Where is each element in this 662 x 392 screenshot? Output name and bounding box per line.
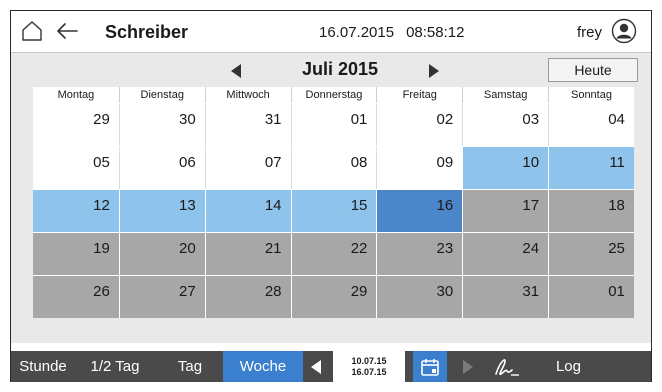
day-cell-selected[interactable]: 16 bbox=[376, 190, 463, 232]
day-cell[interactable]: 05 bbox=[33, 147, 119, 189]
month-navigation: Juli 2015 Heute bbox=[11, 53, 651, 87]
next-month-button[interactable] bbox=[427, 63, 441, 79]
day-cell-range[interactable]: 11 bbox=[548, 147, 634, 189]
day-cell-future: 23 bbox=[376, 233, 463, 275]
tab-stunde[interactable]: Stunde bbox=[11, 351, 75, 382]
day-cell-future: 17 bbox=[462, 190, 549, 232]
day-cell-future: 30 bbox=[376, 276, 463, 318]
day-cell-future: 29 bbox=[290, 276, 377, 318]
calendar-panel: Juli 2015 Heute Montag Dienstag Mittwoch… bbox=[11, 53, 651, 343]
week-row: 29 30 31 01 02 03 04 bbox=[33, 103, 634, 146]
calendar-grid: Montag Dienstag Mittwoch Donnerstag Frei… bbox=[33, 87, 634, 318]
day-cell[interactable]: 06 bbox=[118, 147, 205, 189]
weekday-label: Donnerstag bbox=[290, 87, 377, 103]
home-icon[interactable] bbox=[21, 20, 43, 42]
range-start: 10.07.15 bbox=[351, 356, 387, 366]
date-range-display: 10.07.15 16.07.15 bbox=[333, 351, 405, 382]
week-row: 05 06 07 08 09 10 11 bbox=[33, 146, 634, 189]
month-label: Juli 2015 bbox=[301, 59, 379, 79]
previous-range-button[interactable] bbox=[303, 351, 329, 382]
day-cell[interactable]: 03 bbox=[462, 104, 549, 146]
current-date: 16.07.2015 bbox=[319, 24, 395, 41]
day-cell[interactable]: 29 bbox=[33, 104, 119, 146]
day-cell-range[interactable]: 14 bbox=[204, 190, 291, 232]
day-cell-future: 27 bbox=[118, 276, 205, 318]
weekday-label: Montag bbox=[57, 89, 95, 101]
weekday-label: Sonntag bbox=[548, 87, 634, 103]
app-title: Schreiber bbox=[105, 22, 189, 42]
signature-button[interactable] bbox=[487, 351, 527, 382]
calendar-icon bbox=[421, 358, 439, 376]
previous-month-button[interactable] bbox=[229, 63, 243, 79]
week-row: 12 13 14 15 16 17 18 bbox=[33, 189, 634, 232]
tab-woche[interactable]: Woche bbox=[223, 351, 303, 382]
day-cell-future: 01 bbox=[548, 276, 634, 318]
day-cell-future: 21 bbox=[204, 233, 291, 275]
week-row: 19 20 21 22 23 24 25 bbox=[33, 232, 634, 275]
current-time: 08:58:12 bbox=[406, 24, 465, 41]
day-cell-future: 18 bbox=[548, 190, 634, 232]
day-cell[interactable]: 08 bbox=[290, 147, 377, 189]
range-end: 16.07.15 bbox=[351, 367, 387, 377]
tab-half-day[interactable]: 1/2 Tag bbox=[75, 351, 155, 382]
day-cell-future: 28 bbox=[204, 276, 291, 318]
day-cell[interactable]: 01 bbox=[290, 104, 377, 146]
day-cell-future: 25 bbox=[548, 233, 634, 275]
triangle-right-icon bbox=[463, 359, 473, 374]
weekday-label: Freitag bbox=[376, 87, 462, 103]
weekday-label: Dienstag bbox=[118, 87, 205, 103]
signature-icon bbox=[495, 358, 519, 376]
weekday-label: Samstag bbox=[462, 87, 548, 103]
day-cell-future: 19 bbox=[33, 233, 119, 275]
tab-tag[interactable]: Tag bbox=[155, 351, 213, 382]
date-time: 16.07.2015 08:58:12 bbox=[319, 24, 464, 41]
user-name: frey bbox=[577, 24, 603, 41]
app-window: Schreiber 16.07.2015 08:58:12 frey Juli 2… bbox=[10, 10, 652, 382]
day-cell[interactable]: 09 bbox=[376, 147, 463, 189]
day-cell-range[interactable]: 10 bbox=[462, 147, 549, 189]
user-icon[interactable] bbox=[611, 18, 637, 44]
log-button[interactable]: Log bbox=[527, 351, 591, 382]
day-cell-future: 20 bbox=[118, 233, 205, 275]
day-cell-range[interactable]: 12 bbox=[33, 190, 119, 232]
next-range-button[interactable] bbox=[453, 351, 483, 382]
calendar-picker-button[interactable] bbox=[413, 351, 447, 382]
bottom-toolbar: Stunde 1/2 Tag Tag Woche 10.07.15 16.07.… bbox=[11, 351, 651, 382]
day-cell-range[interactable]: 13 bbox=[118, 190, 205, 232]
day-cell-future: 24 bbox=[462, 233, 549, 275]
day-cell[interactable]: 30 bbox=[118, 104, 205, 146]
weekday-header: Montag Dienstag Mittwoch Donnerstag Frei… bbox=[33, 87, 634, 103]
header-bar: Schreiber 16.07.2015 08:58:12 frey bbox=[11, 11, 651, 53]
day-cell-future: 31 bbox=[462, 276, 549, 318]
week-row: 26 27 28 29 30 31 01 bbox=[33, 275, 634, 318]
weekday-label: Mittwoch bbox=[204, 87, 291, 103]
day-cell-future: 26 bbox=[33, 276, 119, 318]
day-cell[interactable]: 02 bbox=[376, 104, 463, 146]
back-arrow-icon[interactable] bbox=[55, 20, 79, 42]
day-cell[interactable]: 04 bbox=[548, 104, 634, 146]
day-cell[interactable]: 31 bbox=[204, 104, 291, 146]
today-button[interactable]: Heute bbox=[548, 58, 638, 82]
triangle-left-icon bbox=[311, 359, 321, 374]
day-cell-future: 22 bbox=[290, 233, 377, 275]
day-cell-range[interactable]: 15 bbox=[290, 190, 377, 232]
day-cell[interactable]: 07 bbox=[204, 147, 291, 189]
